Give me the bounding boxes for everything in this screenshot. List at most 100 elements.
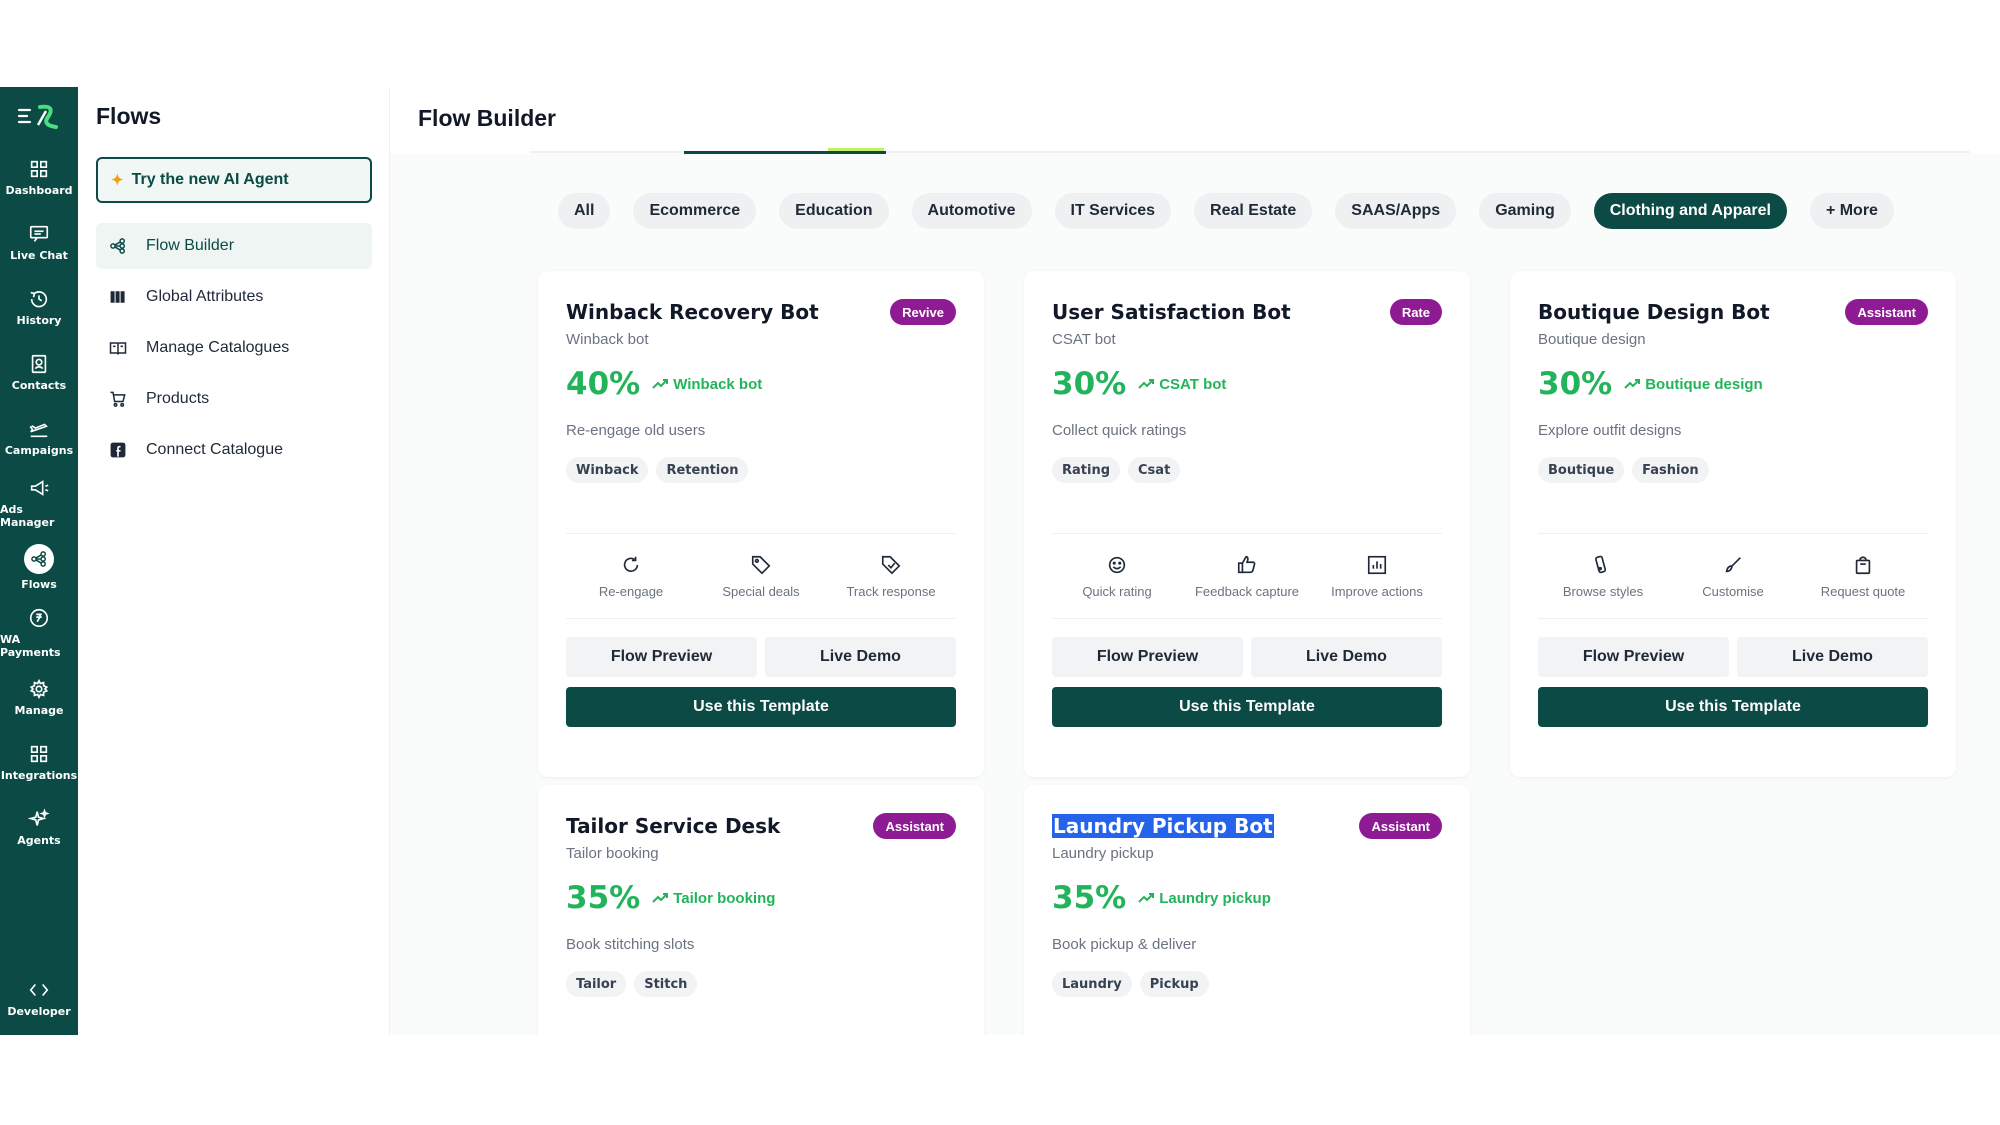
trend-label: Boutique design bbox=[1645, 375, 1763, 393]
rail-label: Integrations bbox=[0, 769, 78, 782]
rail-item-ads-manager[interactable]: Ads Manager bbox=[0, 470, 78, 535]
live-demo-button[interactable]: Live Demo bbox=[1737, 637, 1928, 677]
rail-label: Live Chat bbox=[10, 249, 68, 262]
chat-icon bbox=[29, 225, 49, 242]
flows-sidebar: Flows ✦ Try the new AI Agent Flow Builde… bbox=[78, 87, 390, 1035]
rail-item-manage[interactable]: Manage bbox=[0, 665, 78, 730]
rail-item-developer[interactable]: Developer bbox=[0, 966, 78, 1031]
card-header: Winback Recovery Bot Revive bbox=[566, 299, 956, 325]
filter-chip-more[interactable]: + More bbox=[1809, 193, 1894, 229]
rail-item-wa-payments[interactable]: WA Payments bbox=[0, 600, 78, 665]
tag: Laundry bbox=[1052, 971, 1132, 997]
use-template-button[interactable]: Use this Template bbox=[1538, 687, 1928, 727]
card-title: Winback Recovery Bot bbox=[566, 300, 819, 324]
use-template-button[interactable]: Use this Template bbox=[566, 687, 956, 727]
sidebar-item-manage-catalogues[interactable]: Manage Catalogues bbox=[96, 325, 372, 371]
filter-chip-all[interactable]: All bbox=[558, 193, 611, 229]
app-logo[interactable] bbox=[0, 89, 78, 145]
bar-chart-icon bbox=[1367, 555, 1387, 574]
template-card: Winback Recovery Bot Revive Winback bot … bbox=[538, 271, 984, 777]
sidebar-item-connect-catalogue[interactable]: Connect Catalogue bbox=[96, 427, 372, 473]
tag: Rating bbox=[1052, 457, 1121, 483]
card-badge: Assistant bbox=[873, 813, 956, 839]
sidebar-item-flow-builder[interactable]: Flow Builder bbox=[96, 223, 372, 269]
feature-item: Re-engage bbox=[566, 534, 696, 618]
sidebar-item-global-attributes[interactable]: Global Attributes bbox=[96, 274, 372, 320]
feature-item: Request quote bbox=[1798, 534, 1928, 618]
try-ai-agent-button[interactable]: ✦ Try the new AI Agent bbox=[96, 157, 372, 203]
flow-preview-button[interactable]: Flow Preview bbox=[566, 637, 757, 677]
card-features: Quick rating Feedback capture Improve ac… bbox=[1052, 533, 1442, 619]
feature-label: Customise bbox=[1702, 583, 1764, 599]
stat-trend: Laundry pickup bbox=[1138, 890, 1271, 907]
rail-item-dashboard[interactable]: Dashboard bbox=[0, 145, 78, 210]
app-window: Dashboard Live Chat History Contacts Cam… bbox=[0, 87, 2000, 1035]
active-tab-indicator bbox=[684, 151, 886, 154]
filter-chip-clothing-and-apparel[interactable]: Clothing and Apparel bbox=[1593, 193, 1787, 229]
book-icon bbox=[109, 342, 127, 355]
use-template-button[interactable]: Use this Template bbox=[1052, 687, 1442, 727]
feature-label: Browse styles bbox=[1562, 583, 1644, 599]
feature-item: Customise bbox=[1668, 534, 1798, 618]
rail-item-flows[interactable]: Flows bbox=[0, 535, 78, 600]
card-badge: Assistant bbox=[1359, 813, 1442, 839]
page-title: Flow Builder bbox=[418, 104, 556, 131]
rupee-icon bbox=[29, 608, 49, 627]
template-card: Boutique Design Bot Assistant Boutique d… bbox=[1510, 271, 1956, 777]
card-tags: Winback Retention bbox=[566, 457, 956, 483]
rail-item-campaigns[interactable]: Campaigns bbox=[0, 405, 78, 470]
rail-item-live-chat[interactable]: Live Chat bbox=[0, 210, 78, 275]
filter-chip-real-estate[interactable]: Real Estate bbox=[1194, 193, 1313, 229]
sidebar-nav: Flow Builder Global Attributes Manage Ca… bbox=[96, 223, 372, 473]
contacts-icon bbox=[31, 354, 47, 374]
flow-preview-button[interactable]: Flow Preview bbox=[1538, 637, 1729, 677]
plane-icon bbox=[29, 423, 48, 438]
columns-icon bbox=[110, 291, 125, 303]
rail-label: Contacts bbox=[11, 379, 67, 392]
trend-label: Tailor booking bbox=[673, 889, 776, 907]
card-stat: 35% Laundry pickup bbox=[1052, 880, 1442, 916]
card-buttons: Flow Preview Live Demo bbox=[1538, 637, 1928, 677]
sidebar-item-products[interactable]: Products bbox=[96, 376, 372, 422]
swatch-icon bbox=[1595, 555, 1607, 573]
sidebar-item-label: Global Attributes bbox=[146, 288, 264, 305]
code-icon bbox=[29, 983, 49, 997]
trend-up-icon bbox=[1138, 893, 1155, 903]
card-description: Book stitching slots bbox=[566, 936, 695, 953]
card-title: User Satisfaction Bot bbox=[1052, 300, 1291, 324]
sparkle-icon bbox=[28, 808, 50, 826]
feature-item: Quick rating bbox=[1052, 534, 1182, 618]
rail-label: Manage bbox=[14, 704, 64, 717]
filter-chip-gaming[interactable]: Gaming bbox=[1479, 193, 1571, 229]
megaphone-icon bbox=[30, 479, 49, 496]
feature-label: Special deals bbox=[722, 583, 800, 599]
card-title: Boutique Design Bot bbox=[1538, 300, 1770, 324]
flow-preview-button[interactable]: Flow Preview bbox=[1052, 637, 1243, 677]
card-stat: 40% Winback bot bbox=[566, 366, 956, 402]
rail-item-contacts[interactable]: Contacts bbox=[0, 340, 78, 405]
filter-chip-ecommerce[interactable]: Ecommerce bbox=[633, 193, 757, 229]
stat-value: 30% bbox=[1538, 366, 1613, 402]
card-buttons: Flow Preview Live Demo bbox=[566, 637, 956, 677]
filter-chip-automotive[interactable]: Automotive bbox=[911, 193, 1032, 229]
rail-item-integrations[interactable]: Integrations bbox=[0, 730, 78, 795]
sidebar-item-label: Manage Catalogues bbox=[146, 339, 290, 356]
sidebar-item-label: Connect Catalogue bbox=[146, 441, 283, 458]
trend-up-icon bbox=[1624, 379, 1641, 389]
sidebar-item-label: Products bbox=[146, 390, 210, 407]
stat-value: 30% bbox=[1052, 366, 1127, 402]
rail-item-agents[interactable]: Agents bbox=[0, 795, 78, 860]
rail-label: Developer bbox=[7, 1005, 71, 1018]
stat-trend: Tailor booking bbox=[652, 890, 775, 907]
live-demo-button[interactable]: Live Demo bbox=[1251, 637, 1442, 677]
card-description: Collect quick ratings bbox=[1052, 422, 1187, 439]
tag-icon bbox=[751, 555, 771, 574]
tag: Pickup bbox=[1139, 971, 1209, 997]
filter-chip-education[interactable]: Education bbox=[779, 193, 889, 229]
filter-chip-it-services[interactable]: IT Services bbox=[1054, 193, 1172, 229]
feature-item: Improve actions bbox=[1312, 534, 1442, 618]
filter-chip-saas-apps[interactable]: SAAS/Apps bbox=[1335, 193, 1457, 229]
stat-trend: Boutique design bbox=[1624, 376, 1763, 393]
rail-item-history[interactable]: History bbox=[0, 275, 78, 340]
live-demo-button[interactable]: Live Demo bbox=[765, 637, 956, 677]
